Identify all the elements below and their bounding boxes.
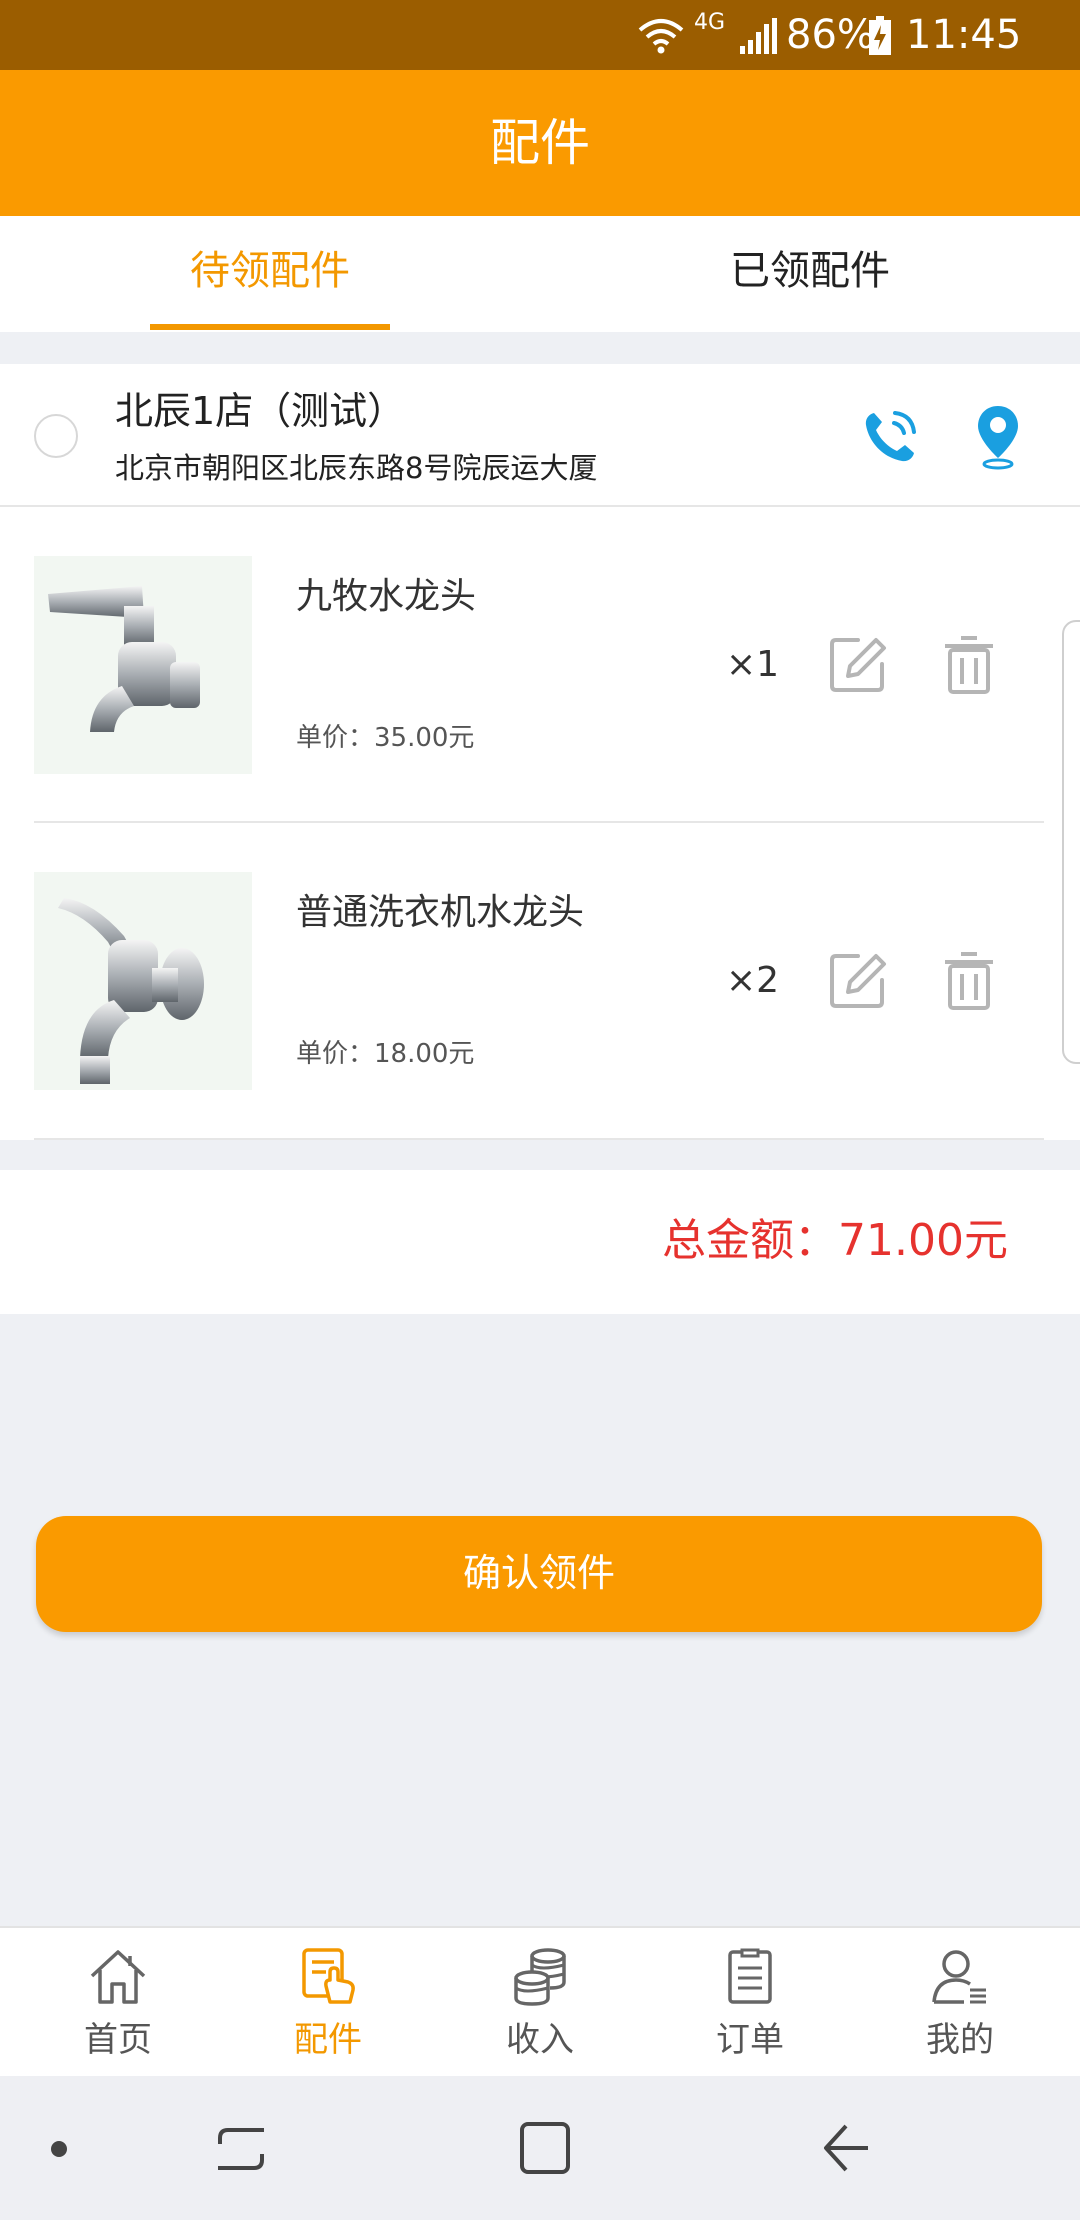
page-title: 配件 bbox=[490, 114, 590, 172]
tab-received-parts[interactable]: 已领配件 bbox=[540, 246, 1080, 296]
active-tab-indicator bbox=[150, 324, 390, 330]
scroll-handle[interactable] bbox=[1062, 620, 1080, 1064]
product-price: 单价：35.00元 bbox=[296, 723, 475, 753]
status-bar: 4G 86% 11:45 bbox=[0, 0, 1080, 70]
network-type: 4G bbox=[694, 10, 726, 35]
nav-label: 首页 bbox=[84, 2020, 152, 2060]
total-bar: 总金额：71.00元 bbox=[0, 1170, 1080, 1314]
confirm-pickup-button[interactable]: 确认领件 bbox=[36, 1516, 1042, 1632]
bottom-nav: 首页 配件 收入 订单 我的 bbox=[0, 1926, 1080, 2078]
phone-icon[interactable] bbox=[860, 407, 920, 467]
app-header: 配件 bbox=[0, 70, 1080, 216]
store-name: 北辰1店（测试） bbox=[115, 389, 406, 433]
store-address: 北京市朝阳区北辰东路8号院辰运大厦 bbox=[115, 451, 598, 485]
recent-apps-icon[interactable] bbox=[214, 2124, 268, 2174]
nav-item-income[interactable]: 收入 bbox=[432, 1928, 648, 2078]
nav-item-profile[interactable]: 我的 bbox=[852, 1928, 1068, 2078]
battery-icon bbox=[869, 16, 891, 55]
system-nav-bar bbox=[0, 2076, 1080, 2220]
tab-pending-parts[interactable]: 待领配件 bbox=[0, 246, 540, 296]
nav-label: 配件 bbox=[294, 2020, 362, 2060]
clock: 11:45 bbox=[906, 12, 1022, 58]
product-name: 九牧水龙头 bbox=[296, 576, 477, 617]
order-icon bbox=[728, 1948, 772, 2004]
product-quantity: ×1 bbox=[726, 644, 780, 685]
wifi-icon bbox=[638, 19, 684, 54]
coins-icon bbox=[514, 1948, 566, 2006]
nav-label: 我的 bbox=[926, 2020, 994, 2060]
product-price: 单价：18.00元 bbox=[296, 1039, 475, 1069]
nav-item-orders[interactable]: 订单 bbox=[642, 1928, 858, 2078]
product-image bbox=[34, 556, 252, 774]
profile-icon bbox=[932, 1950, 986, 2004]
item-divider bbox=[34, 821, 1044, 823]
home-square-icon[interactable] bbox=[518, 2120, 572, 2176]
item-divider bbox=[34, 1138, 1044, 1140]
store-card: 北辰1店（测试） 北京市朝阳区北辰东路8号院辰运大厦 九牧水龙头 单价：35.0… bbox=[0, 364, 1080, 1140]
nav-item-parts[interactable]: 配件 bbox=[220, 1928, 436, 2078]
nav-label: 订单 bbox=[716, 2020, 784, 2060]
dot-icon[interactable] bbox=[48, 2138, 70, 2160]
battery-percent: 86% bbox=[786, 12, 875, 58]
store-select-radio[interactable] bbox=[34, 414, 78, 458]
trash-icon[interactable] bbox=[943, 950, 995, 1012]
total-amount: 总金额：71.00元 bbox=[662, 1215, 1008, 1266]
trash-icon[interactable] bbox=[943, 634, 995, 696]
product-image bbox=[34, 872, 252, 1090]
nav-item-home[interactable]: 首页 bbox=[10, 1928, 226, 2078]
parts-icon bbox=[302, 1948, 355, 2004]
location-pin-icon[interactable] bbox=[975, 404, 1021, 470]
back-icon[interactable] bbox=[820, 2122, 872, 2174]
edit-icon[interactable] bbox=[828, 634, 888, 694]
nav-label: 收入 bbox=[506, 2020, 574, 2060]
product-quantity: ×2 bbox=[726, 960, 780, 1001]
confirm-button-label: 确认领件 bbox=[462, 1551, 615, 1595]
tab-bar: 待领配件 已领配件 bbox=[0, 216, 1080, 332]
store-divider bbox=[0, 505, 1080, 507]
signal-icon bbox=[740, 18, 777, 54]
home-icon bbox=[90, 1950, 146, 2004]
edit-icon[interactable] bbox=[828, 950, 888, 1010]
product-name: 普通洗衣机水龙头 bbox=[296, 892, 585, 933]
